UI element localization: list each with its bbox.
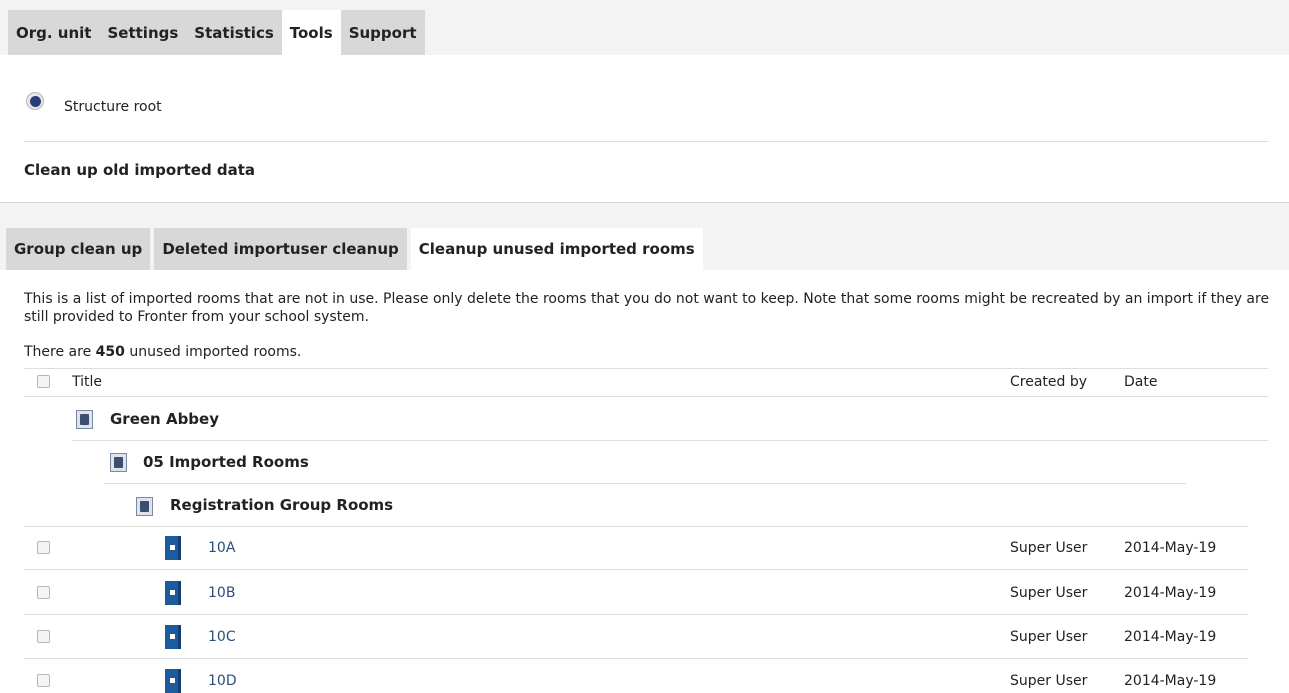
unused-count: There are 450 unused imported rooms.	[24, 344, 301, 360]
created-by: Super User	[1010, 673, 1088, 689]
header-bottom-border	[24, 396, 1268, 397]
room-name[interactable]: 10B	[208, 585, 235, 601]
section-title: Clean up old imported data	[24, 161, 256, 179]
count-number: 450	[95, 344, 125, 360]
room-icon	[165, 669, 181, 693]
select-all-checkbox[interactable]	[37, 375, 50, 388]
row-checkbox[interactable]	[37, 541, 50, 554]
radio-selected-dot	[29, 95, 41, 107]
date: 2014-May-19	[1124, 540, 1217, 556]
column-header-date[interactable]: Date	[1124, 374, 1157, 390]
structure-root-radio[interactable]	[26, 92, 44, 110]
tools-panel: Structure root Clean up old imported dat…	[0, 55, 1289, 203]
group-green-abbey: Green Abbey	[110, 410, 219, 428]
divider	[24, 141, 1268, 142]
row-checkbox[interactable]	[37, 630, 50, 643]
row-divider	[24, 526, 1248, 527]
date: 2014-May-19	[1124, 585, 1217, 601]
tab-statistics[interactable]: Statistics	[186, 10, 282, 55]
date: 2014-May-19	[1124, 673, 1217, 689]
top-tab-bar: Org. unit Settings Statistics Tools Supp…	[8, 10, 425, 55]
header-top-border	[24, 368, 1268, 369]
room-name[interactable]: 10A	[208, 540, 235, 556]
description-text: This is a list of imported rooms that ar…	[24, 291, 1270, 325]
unused-rooms-panel: This is a list of imported rooms that ar…	[0, 270, 1289, 693]
folder-icon	[136, 497, 153, 516]
row-divider	[24, 569, 1248, 570]
created-by: Super User	[1010, 585, 1088, 601]
tab-settings[interactable]: Settings	[99, 10, 187, 55]
row-checkbox[interactable]	[37, 674, 50, 687]
count-suffix: unused imported rooms.	[129, 344, 302, 360]
group-registration-rooms: Registration Group Rooms	[170, 496, 394, 514]
created-by: Super User	[1010, 540, 1088, 556]
tab-support[interactable]: Support	[340, 10, 425, 55]
structure-root-row: Structure root	[26, 92, 162, 115]
tab-tools[interactable]: Tools	[281, 10, 341, 55]
tab-group-clean-up[interactable]: Group clean up	[6, 228, 151, 270]
folder-icon	[110, 453, 127, 472]
row-checkbox[interactable]	[37, 586, 50, 599]
column-header-title[interactable]: Title	[72, 374, 102, 390]
room-name[interactable]: 10D	[208, 673, 237, 689]
tab-cleanup-unused-rooms[interactable]: Cleanup unused imported rooms	[410, 228, 703, 270]
row-divider	[72, 440, 1268, 441]
room-icon	[165, 536, 181, 560]
room-name[interactable]: 10C	[208, 629, 236, 645]
folder-icon	[76, 410, 93, 429]
group-imported-rooms: 05 Imported Rooms	[143, 453, 309, 471]
row-divider	[24, 658, 1248, 659]
tab-org-unit[interactable]: Org. unit	[8, 10, 100, 55]
created-by: Super User	[1010, 629, 1088, 645]
room-icon	[165, 625, 181, 649]
structure-root-label: Structure root	[64, 99, 162, 115]
cleanup-tab-bar: Group clean up Deleted importuser cleanu…	[6, 228, 707, 270]
date: 2014-May-19	[1124, 629, 1217, 645]
row-divider	[24, 614, 1248, 615]
tab-deleted-importuser-cleanup[interactable]: Deleted importuser cleanup	[154, 228, 407, 270]
column-header-created-by[interactable]: Created by	[1010, 374, 1087, 390]
count-prefix: There are	[24, 344, 92, 360]
row-divider	[104, 483, 1186, 484]
room-icon	[165, 581, 181, 605]
